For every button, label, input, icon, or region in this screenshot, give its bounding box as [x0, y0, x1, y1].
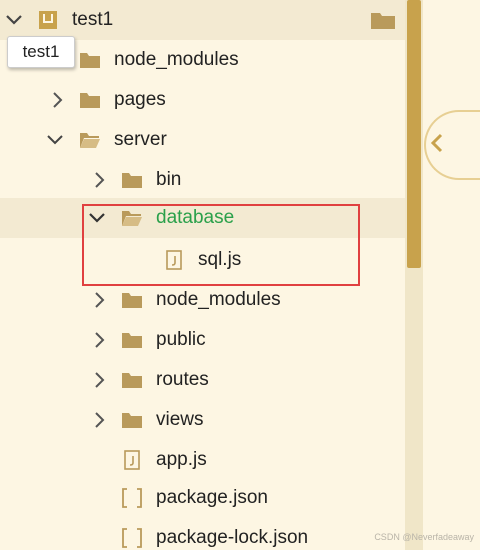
- tree-item-pages[interactable]: pages: [0, 80, 405, 120]
- chevron-right-icon[interactable]: [90, 330, 110, 350]
- tree-item-label: app.js: [156, 449, 207, 470]
- file-explorer-tree: test1 node_modules pages server bin data…: [0, 0, 405, 550]
- tree-item-label: routes: [156, 369, 209, 390]
- collapse-panel-button[interactable]: [424, 110, 480, 180]
- js-file-icon: [121, 450, 143, 470]
- chevron-left-icon: [430, 133, 444, 158]
- folder-icon: [121, 170, 143, 190]
- tree-item-label: bin: [156, 169, 182, 190]
- tree-item-database[interactable]: database: [0, 198, 405, 238]
- folder-icon: [121, 410, 143, 430]
- chevron-down-icon[interactable]: [87, 208, 107, 228]
- tree-item-label: server: [114, 129, 167, 150]
- chevron-right-icon[interactable]: [90, 410, 110, 430]
- tree-item-label: sql.js: [198, 249, 242, 270]
- tree-item-views[interactable]: views: [0, 400, 405, 440]
- folder-icon: [121, 290, 143, 310]
- project-root-row[interactable]: test1: [0, 0, 405, 40]
- chevron-right-icon[interactable]: [90, 170, 110, 190]
- tree-item-package-json[interactable]: package.json: [0, 478, 405, 518]
- folder-open-icon: [79, 130, 101, 150]
- tree-item-routes[interactable]: routes: [0, 360, 405, 400]
- tree-item-label: package.json: [156, 487, 268, 508]
- tree-item-label: node_modules: [114, 49, 239, 70]
- tree-item-sql-js[interactable]: sql.js: [0, 240, 405, 280]
- folder-icon[interactable]: [370, 10, 396, 30]
- tree-item-package-lock-json[interactable]: package-lock.json: [0, 518, 405, 550]
- tree-item-server[interactable]: server: [0, 120, 405, 160]
- json-file-icon: [121, 488, 143, 508]
- watermark: CSDN @Neverfadeaway: [374, 532, 474, 542]
- tree-item-label: package-lock.json: [156, 527, 309, 548]
- project-icon: [37, 10, 59, 30]
- tree-item-label: views: [156, 409, 204, 430]
- scrollbar-thumb[interactable]: [407, 0, 421, 268]
- chevron-down-icon[interactable]: [4, 10, 24, 30]
- tree-item-app-js[interactable]: app.js: [0, 440, 405, 480]
- tree-item-label: database: [156, 207, 235, 228]
- folder-open-icon: [121, 208, 143, 228]
- tree-item-bin[interactable]: bin: [0, 160, 405, 200]
- project-tooltip: test1: [7, 36, 75, 68]
- chevron-right-icon[interactable]: [90, 290, 110, 310]
- chevron-right-icon[interactable]: [90, 370, 110, 390]
- json-file-icon: [121, 528, 143, 548]
- tree-item-label: pages: [114, 89, 166, 110]
- chevron-right-icon[interactable]: [48, 90, 68, 110]
- tree-item-server-node-modules[interactable]: node_modules: [0, 280, 405, 320]
- tree-item-label: public: [156, 329, 206, 350]
- tree-item-public[interactable]: public: [0, 320, 405, 360]
- folder-icon: [121, 370, 143, 390]
- folder-icon: [121, 330, 143, 350]
- folder-icon: [79, 50, 101, 70]
- js-file-icon: [163, 250, 185, 270]
- chevron-down-icon[interactable]: [45, 130, 65, 150]
- folder-icon: [79, 90, 101, 110]
- tree-item-label: node_modules: [156, 289, 281, 310]
- project-name: test1: [72, 9, 114, 30]
